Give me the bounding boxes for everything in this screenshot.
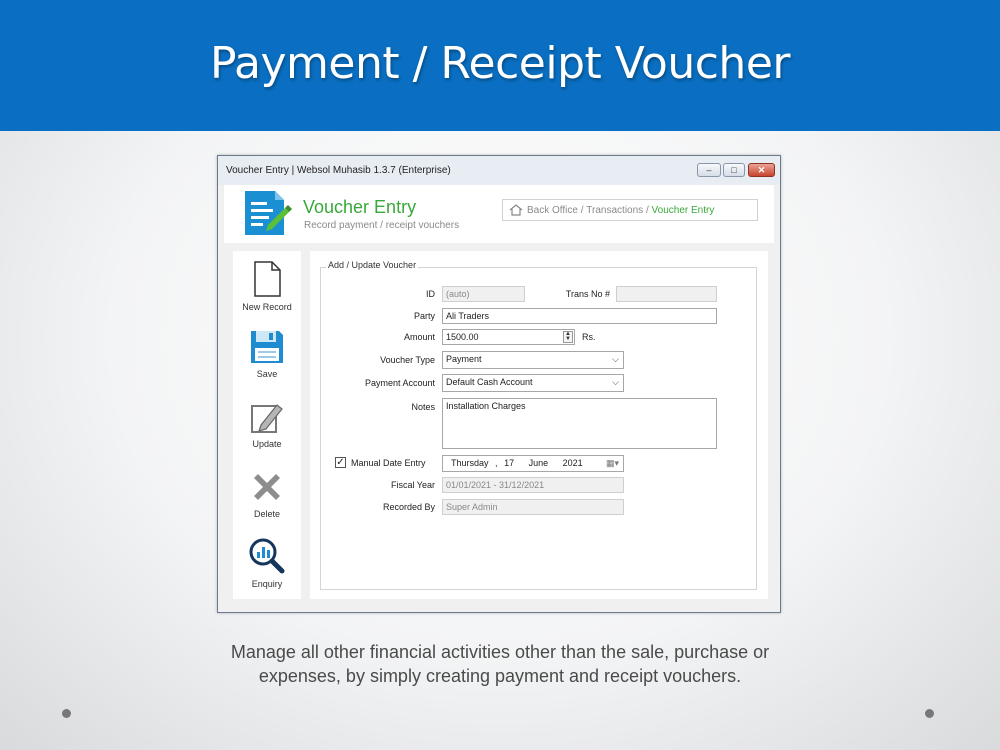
voucher-entry-window: Voucher Entry | Websol Muhasib 1.3.7 (En… [217, 155, 781, 613]
trans-no-label: Trans No # [565, 289, 610, 299]
checkmark-icon: ✓ [336, 457, 345, 468]
amount-value: 1500.00 [446, 332, 479, 342]
window-title: Voucher Entry | Websol Muhasib 1.3.7 (En… [226, 165, 451, 176]
update-label: Update [252, 439, 282, 449]
home-icon[interactable] [509, 204, 523, 216]
search-chart-icon [249, 538, 285, 574]
slide-caption: Manage all other financial activities ot… [0, 640, 1000, 688]
manual-date-label: Manual Date Entry [351, 458, 426, 468]
recorded-by-label: Recorded By [382, 502, 435, 512]
chevron-down-icon: ⌵ [612, 377, 619, 387]
slide-title: Payment / Receipt Voucher [210, 38, 790, 89]
manual-date-checkbox[interactable]: ✓ [335, 457, 346, 468]
close-button[interactable]: ✕ [748, 163, 775, 177]
notes-label: Notes [411, 402, 435, 412]
party-input[interactable]: Ali Traders [442, 308, 717, 324]
trans-no-field [616, 286, 717, 302]
chevron-down-icon: ⌵ [612, 354, 619, 364]
date-month: June [528, 458, 549, 468]
enquiry-button[interactable]: Enquiry [233, 537, 301, 589]
amount-stepper[interactable]: 1500.00 ▲ ▼ [442, 329, 575, 345]
amount-unit: Rs. [582, 332, 596, 342]
fiscal-year-label: Fiscal Year [390, 480, 435, 490]
new-record-button[interactable]: New Record [233, 260, 301, 312]
slide-dot-left [62, 709, 71, 718]
date-separator: , [495, 458, 498, 468]
window-titlebar[interactable]: Voucher Entry | Websol Muhasib 1.3.7 (En… [218, 156, 780, 185]
voucher-type-label: Voucher Type [380, 355, 435, 365]
spin-arrows-icon[interactable]: ▲ ▼ [563, 331, 573, 343]
voucher-type-select[interactable]: Payment ⌵ [442, 351, 624, 369]
header-title: Voucher Entry [303, 197, 417, 217]
id-label: ID [426, 289, 435, 299]
maximize-icon: □ [731, 165, 737, 175]
party-label: Party [413, 311, 435, 321]
breadcrumb-current: Voucher Entry [651, 204, 715, 216]
date-year: 2021 [562, 458, 583, 468]
header-subtitle: Record payment / receipt vouchers [304, 220, 460, 231]
breadcrumb-transactions[interactable]: Transactions [586, 205, 643, 216]
payment-account-value: Default Cash Account [446, 377, 533, 387]
form-panel: Add / Update Voucher ID (auto) Trans No … [310, 251, 768, 599]
date-day: 17 [504, 458, 515, 468]
maximize-button[interactable]: □ [723, 163, 745, 177]
breadcrumb: Back Office / Transactions / Voucher Ent… [502, 199, 758, 221]
date-picker[interactable]: Thursday , 17 June 2021 ▦▾ [442, 455, 624, 472]
caption-line-2: expenses, by simply creating payment and… [258, 666, 742, 686]
date-day-name: Thursday [451, 458, 489, 468]
enquiry-label: Enquiry [251, 579, 283, 589]
header-panel: Voucher Entry Record payment / receipt v… [224, 185, 774, 243]
new-document-icon [254, 261, 281, 297]
notes-textarea[interactable]: Installation Charges [442, 398, 717, 449]
breadcrumb-back-office[interactable]: Back Office [527, 205, 578, 216]
caption-line-1: Manage all other financial activities ot… [230, 642, 770, 662]
calendar-icon[interactable]: ▦▾ [606, 458, 619, 469]
minimize-icon: – [706, 165, 712, 175]
amount-label: Amount [403, 332, 435, 342]
document-edit-icon [241, 188, 293, 243]
payment-account-select[interactable]: Default Cash Account ⌵ [442, 374, 624, 392]
minimize-button[interactable]: – [697, 163, 721, 177]
title-banner: Payment / Receipt Voucher [0, 0, 1000, 131]
pencil-edit-icon [251, 404, 283, 433]
action-toolbar: New Record Save Update Delete Enquiry [233, 251, 301, 599]
breadcrumb-separator: / [577, 204, 587, 216]
delete-x-icon [254, 474, 280, 500]
slide-dot-right [925, 709, 934, 718]
fiscal-year-field: 01/01/2021 - 31/12/2021 [442, 477, 624, 493]
recorded-by-field: Super Admin [442, 499, 624, 515]
floppy-disk-icon [251, 331, 283, 363]
payment-account-label: Payment Account [364, 378, 435, 388]
close-icon: ✕ [757, 164, 766, 175]
voucher-type-value: Payment [446, 354, 482, 364]
groupbox-title: Add / Update Voucher [326, 260, 419, 270]
breadcrumb-separator: / [643, 204, 652, 216]
